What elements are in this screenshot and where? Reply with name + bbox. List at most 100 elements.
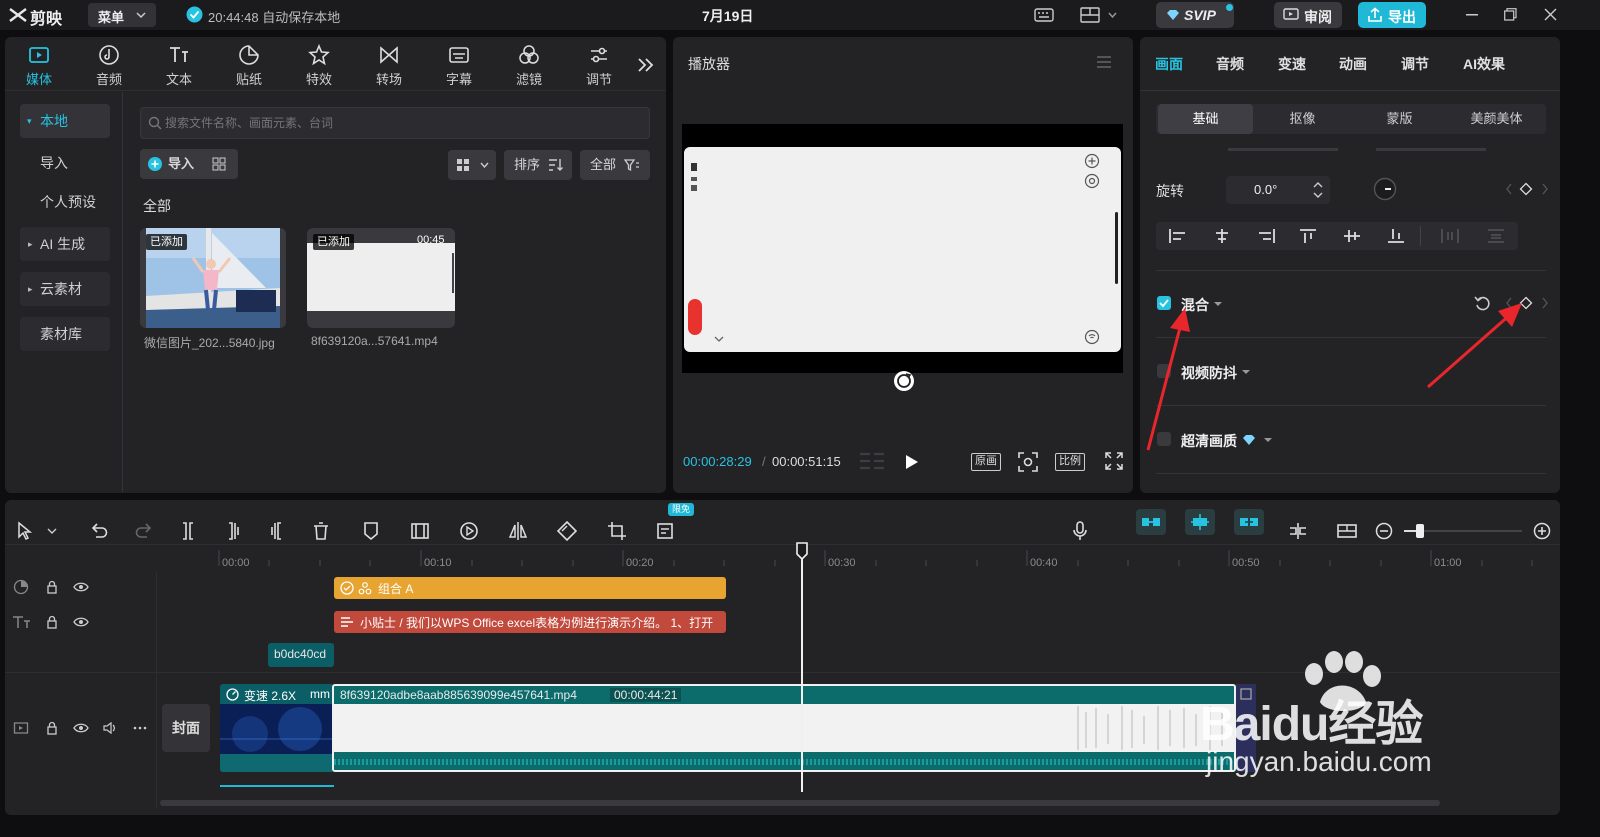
fullscreen-icon[interactable] [1105, 452, 1123, 470]
zoom-in-icon[interactable] [1531, 520, 1553, 542]
align-top-icon[interactable] [1298, 228, 1318, 244]
rotation-dial-icon[interactable] [1373, 177, 1397, 201]
align-vcenter-icon[interactable] [1342, 228, 1362, 244]
sidebar-item-cloud[interactable]: ▸ 云素材 [20, 272, 110, 306]
svip-button[interactable]: SVIP [1156, 2, 1234, 28]
more-tabs-icon[interactable] [637, 57, 655, 73]
sidebar-item-import[interactable]: 导入 [20, 146, 110, 180]
align-bottom-icon[interactable] [1386, 228, 1406, 244]
subtab-mask[interactable]: 蒙版 [1352, 104, 1447, 134]
caret-down-icon[interactable] [1213, 301, 1223, 307]
sidebar-item-ai[interactable]: ▸ AI 生成 [20, 227, 110, 261]
tab-adjust[interactable]: 调节 [571, 43, 627, 88]
lock-icon[interactable] [44, 614, 60, 630]
tab-subtitle[interactable]: 字幕 [431, 43, 487, 88]
chevron-down-icon[interactable] [47, 528, 57, 534]
keyframe-nav-icon[interactable] [1506, 182, 1548, 196]
rotate-input[interactable]: 0.0° [1226, 176, 1330, 204]
sidebar-item-library[interactable]: 素材库 [20, 317, 110, 351]
aspect-ratio-button[interactable]: 比例 [1055, 453, 1085, 471]
timeline-scrollbar[interactable] [160, 800, 1440, 806]
lock-icon[interactable] [44, 579, 60, 595]
filter-all-button[interactable]: 全部 [580, 150, 650, 180]
stepper-icon[interactable] [1312, 179, 1324, 201]
split-right-icon[interactable] [266, 520, 288, 542]
align-right-icon[interactable] [1256, 228, 1276, 244]
distribute-h-icon[interactable] [1440, 228, 1460, 244]
timeline-ruler[interactable] [218, 546, 1558, 568]
search-input[interactable] [165, 113, 635, 133]
magnet-snap-button[interactable] [1185, 509, 1215, 535]
delete-icon[interactable] [310, 520, 332, 542]
sidebar-item-presets[interactable]: 个人预设 [20, 185, 110, 219]
zoom-slider-handle[interactable] [1416, 524, 1424, 538]
minimize-icon[interactable] [1466, 14, 1478, 16]
auto-caption-icon[interactable] [655, 520, 677, 542]
tab-sticker[interactable]: 贴纸 [221, 43, 277, 88]
reverse-play-icon[interactable] [458, 520, 480, 542]
more-dots-icon[interactable] [132, 720, 148, 736]
tab-media[interactable]: 媒体 [11, 43, 67, 88]
cover-button[interactable]: 封面 [162, 704, 210, 752]
playhead[interactable] [801, 556, 803, 792]
timeline-compact-icon[interactable] [858, 452, 886, 470]
tab-effects[interactable]: 特效 [291, 43, 347, 88]
eye-icon[interactable] [73, 614, 89, 630]
eye-icon[interactable] [73, 720, 89, 736]
microphone-icon[interactable] [1069, 520, 1091, 542]
link-main-track-button[interactable] [1136, 509, 1166, 535]
focus-zoom-icon[interactable] [1017, 451, 1039, 473]
speed-clip[interactable]: 变速 2.6X mm [220, 684, 334, 772]
align-left-icon[interactable] [1168, 228, 1188, 244]
video-preview[interactable] [682, 124, 1123, 373]
sidebar-item-local[interactable]: ▾ 本地 [20, 104, 110, 138]
import-button[interactable]: 导入 [140, 149, 238, 179]
align-split-icon[interactable] [1287, 520, 1309, 542]
export-button[interactable]: 导出 [1358, 2, 1426, 28]
hamburger-menu-icon[interactable] [1096, 56, 1112, 68]
sort-button[interactable]: 排序 [504, 150, 572, 180]
tab-audio[interactable]: 音频 [81, 43, 137, 88]
main-video-clip[interactable]: 8f639120adbe8aab885639099e457641.mp4 00:… [332, 684, 1236, 772]
small-clip[interactable]: b0dc40cd [268, 643, 334, 667]
distribute-v-icon[interactable] [1486, 228, 1506, 244]
lock-icon[interactable] [44, 720, 60, 736]
play-icon[interactable] [905, 454, 919, 470]
subtab-beauty[interactable]: 美颜美体 [1449, 104, 1544, 134]
tab-speed[interactable]: 变速 [1278, 54, 1306, 74]
tab-picture[interactable]: 画面 [1155, 54, 1183, 74]
media-card-video[interactable]: 已添加 00:45 [307, 228, 455, 328]
split-left-icon[interactable] [222, 520, 244, 542]
select-cursor-icon[interactable] [14, 520, 36, 542]
keyboard-icon[interactable] [1034, 7, 1054, 23]
compound-clip[interactable]: 组合 A [334, 577, 726, 599]
freeze-frame-icon[interactable] [409, 520, 431, 542]
chevron-down-icon[interactable] [1108, 12, 1117, 18]
undo-icon[interactable] [88, 520, 110, 542]
rotate-handle-icon[interactable] [893, 370, 915, 392]
media-search[interactable] [140, 107, 650, 139]
close-icon[interactable] [1544, 8, 1557, 21]
eye-icon[interactable] [73, 579, 89, 595]
mirror-icon[interactable] [507, 520, 529, 542]
tab-props-adjust[interactable]: 调节 [1401, 54, 1429, 74]
subtab-basic[interactable]: 基础 [1158, 104, 1253, 134]
redo-icon[interactable] [133, 520, 155, 542]
tab-filter[interactable]: 滤镜 [501, 43, 557, 88]
media-card-image[interactable]: 已添加 [140, 228, 286, 328]
view-mode-button[interactable] [448, 150, 496, 180]
menu-button[interactable]: 菜单 [88, 3, 156, 27]
tab-transition[interactable]: 转场 [361, 43, 417, 88]
subtab-cutout[interactable]: 抠像 [1255, 104, 1350, 134]
caret-down-icon[interactable] [1241, 369, 1251, 375]
marker-icon[interactable] [360, 520, 382, 542]
review-button[interactable]: 审阅 [1274, 2, 1342, 28]
volume-icon[interactable] [102, 720, 118, 736]
split-icon[interactable] [177, 520, 199, 542]
tab-ai-effects[interactable]: AI效果 [1463, 54, 1505, 74]
restore-icon[interactable] [1504, 8, 1517, 21]
rotate-icon[interactable] [556, 520, 578, 542]
playhead-handle-icon[interactable] [795, 542, 809, 560]
text-clip[interactable]: 小贴士 / 我们以WPS Office excel表格为例进行演示介绍。 1、打… [334, 611, 726, 633]
tab-animation[interactable]: 动画 [1339, 54, 1367, 74]
